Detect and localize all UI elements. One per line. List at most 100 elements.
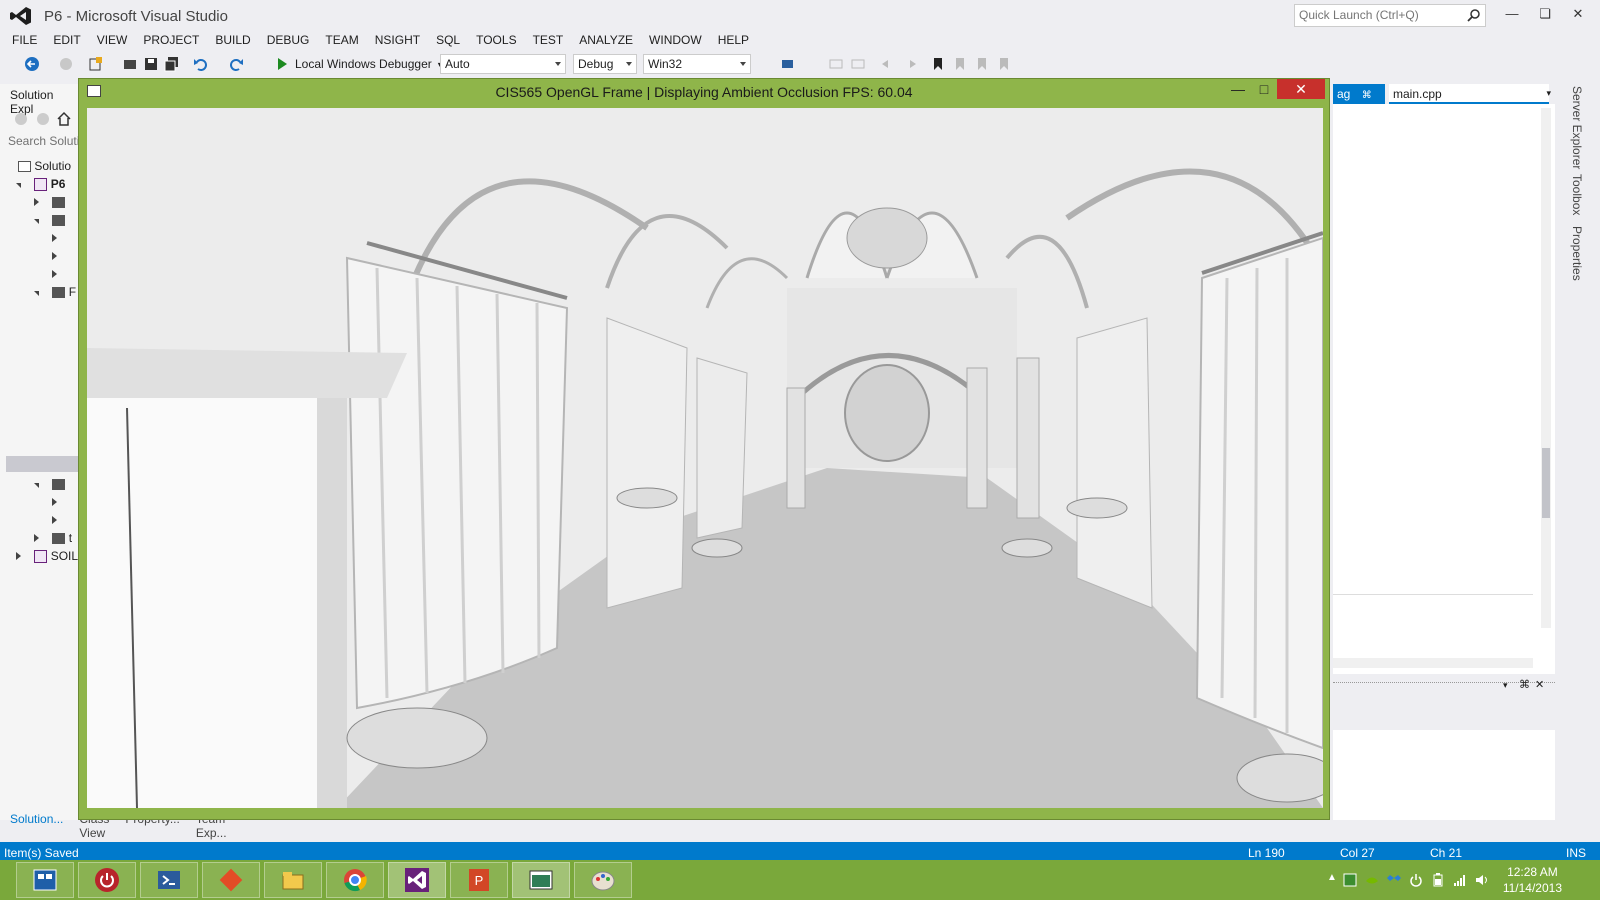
tree-project-row[interactable]: P6 (16, 176, 65, 192)
menu-window[interactable]: WINDOW (641, 30, 710, 50)
nvidia-icon[interactable] (1365, 873, 1379, 887)
volume-icon[interactable] (1475, 873, 1489, 887)
solution-search-input[interactable]: Search Soluti (8, 134, 79, 148)
outdent-icon[interactable] (902, 56, 918, 72)
menu-view[interactable]: VIEW (89, 30, 136, 50)
new-project-icon[interactable] (88, 56, 104, 72)
start-debugging-button[interactable]: Local Windows Debugger ▾ (278, 54, 442, 74)
taskbar-file-explorer-button[interactable] (264, 862, 322, 898)
solution-config-select[interactable]: Debug (573, 54, 637, 74)
power-tray-icon[interactable] (1409, 873, 1423, 887)
wifi-signal-icon[interactable] (1453, 873, 1467, 887)
close-icon[interactable]: ✕ (1535, 678, 1544, 691)
tree-soil-project-row[interactable]: SOIL (16, 548, 78, 564)
quick-launch-input[interactable] (1295, 5, 1455, 25)
undo-icon[interactable] (193, 56, 209, 72)
menu-analyze[interactable]: ANALYZE (571, 30, 641, 50)
menu-build[interactable]: BUILD (207, 30, 258, 50)
scrollbar-thumb[interactable] (1542, 448, 1550, 518)
tab-solution-explorer[interactable]: Solution... (0, 812, 69, 828)
menu-test[interactable]: TEST (525, 30, 572, 50)
uncomment-icon[interactable] (850, 56, 866, 72)
tree-node-row[interactable] (52, 512, 57, 528)
taskbar-powershell-button[interactable] (140, 862, 198, 898)
bookmark-icon[interactable] (930, 56, 946, 72)
tab-main-cpp[interactable]: main.cpp (1389, 84, 1549, 104)
show-hidden-icons-chevron-icon[interactable]: ▲ (1327, 872, 1341, 886)
tree-node-row[interactable]: F (34, 284, 76, 300)
indent-icon[interactable] (880, 56, 896, 72)
attach-icon[interactable] (780, 56, 796, 72)
menu-nsight[interactable]: NSIGHT (367, 30, 428, 50)
cpp-project-icon (34, 178, 48, 192)
menu-team[interactable]: TEAM (317, 30, 366, 50)
powerpoint-icon: P (469, 869, 489, 891)
home-icon[interactable] (56, 111, 72, 127)
taskbar-opengl-app-button[interactable] (512, 862, 570, 898)
menu-help[interactable]: HELP (710, 30, 757, 50)
tree-node-row[interactable] (52, 248, 57, 264)
menu-edit[interactable]: EDIT (45, 30, 88, 50)
back-icon[interactable] (14, 112, 28, 126)
vertical-scrollbar[interactable] (1541, 108, 1551, 628)
taskbar-start-screen-button[interactable] (16, 862, 74, 898)
next-bookmark-icon[interactable] (974, 56, 990, 72)
tree-node-row[interactable] (52, 230, 57, 246)
pin-icon[interactable]: ⌘ (1362, 90, 1372, 101)
folder-icon (52, 215, 66, 227)
prev-bookmark-icon[interactable] (952, 56, 968, 72)
taskbar-chrome-button[interactable] (326, 862, 384, 898)
platform-select[interactable]: Win32 (643, 54, 751, 74)
search-icon[interactable] (1467, 8, 1481, 22)
chevron-down-icon[interactable]: ▾ (1546, 88, 1551, 99)
pin-icon[interactable]: ⌘ (1519, 678, 1530, 691)
chevron-down-icon[interactable]: ▾ (1503, 680, 1508, 691)
back-arrow-icon[interactable] (24, 56, 40, 72)
forward-arrow-icon[interactable] (58, 56, 74, 72)
taskbar-git-button[interactable] (202, 862, 260, 898)
tree-node-row[interactable]: t (34, 530, 72, 546)
close-icon[interactable]: ✕ (1277, 79, 1325, 99)
horizontal-scrollbar[interactable] (1333, 658, 1533, 668)
redo-icon[interactable] (228, 56, 244, 72)
taskbar-paint-button[interactable] (574, 862, 632, 898)
output-content[interactable] (1333, 730, 1555, 820)
save-icon[interactable] (143, 56, 159, 72)
minimize-icon[interactable]: — (1502, 6, 1522, 24)
toolbox-tab[interactable]: Toolbox (1570, 174, 1584, 215)
quick-launch-box[interactable] (1294, 4, 1486, 27)
menu-sql[interactable]: SQL (428, 30, 468, 50)
tray-clock[interactable]: 12:28 AM 11/14/2013 (1503, 864, 1562, 896)
restore-icon[interactable]: ❏ (1535, 6, 1555, 24)
taskbar-visual-studio-button[interactable] (388, 862, 446, 898)
maximize-icon[interactable]: □ (1251, 81, 1277, 101)
taskbar-powerpoint-button[interactable]: P (450, 862, 508, 898)
close-icon[interactable]: ✕ (1568, 6, 1588, 24)
properties-tab[interactable]: Properties (1570, 226, 1584, 281)
forward-icon[interactable] (36, 112, 50, 126)
tree-node-row[interactable] (34, 476, 66, 492)
battery-icon[interactable] (1431, 873, 1445, 887)
server-explorer-tab[interactable]: Server Explorer (1570, 86, 1584, 169)
menu-project[interactable]: PROJECT (135, 30, 207, 50)
tab-active-partial[interactable]: ag ⌘ ✕ (1333, 84, 1385, 115)
tree-node-row[interactable] (34, 212, 66, 228)
minimize-icon[interactable]: — (1225, 81, 1251, 101)
tray-app-icon[interactable] (1343, 873, 1357, 887)
tree-node-row[interactable] (52, 494, 57, 510)
tree-node-row[interactable] (34, 194, 66, 210)
dropbox-icon[interactable] (1387, 873, 1401, 887)
code-editor-area[interactable] (1333, 104, 1555, 674)
ambient-occlusion-render-canvas[interactable] (87, 108, 1323, 808)
solution-config-select-auto[interactable]: Auto (440, 54, 566, 74)
taskbar-shutdown-button[interactable] (78, 862, 136, 898)
tree-solution-row[interactable]: Solutio (18, 158, 71, 174)
save-all-icon[interactable] (164, 56, 180, 72)
menu-debug[interactable]: DEBUG (259, 30, 318, 50)
tree-node-row[interactable] (52, 266, 57, 282)
open-file-icon[interactable] (122, 56, 138, 72)
comment-icon[interactable] (828, 56, 844, 72)
menu-file[interactable]: FILE (4, 30, 45, 50)
clear-bookmarks-icon[interactable] (996, 56, 1012, 72)
menu-tools[interactable]: TOOLS (468, 30, 524, 50)
